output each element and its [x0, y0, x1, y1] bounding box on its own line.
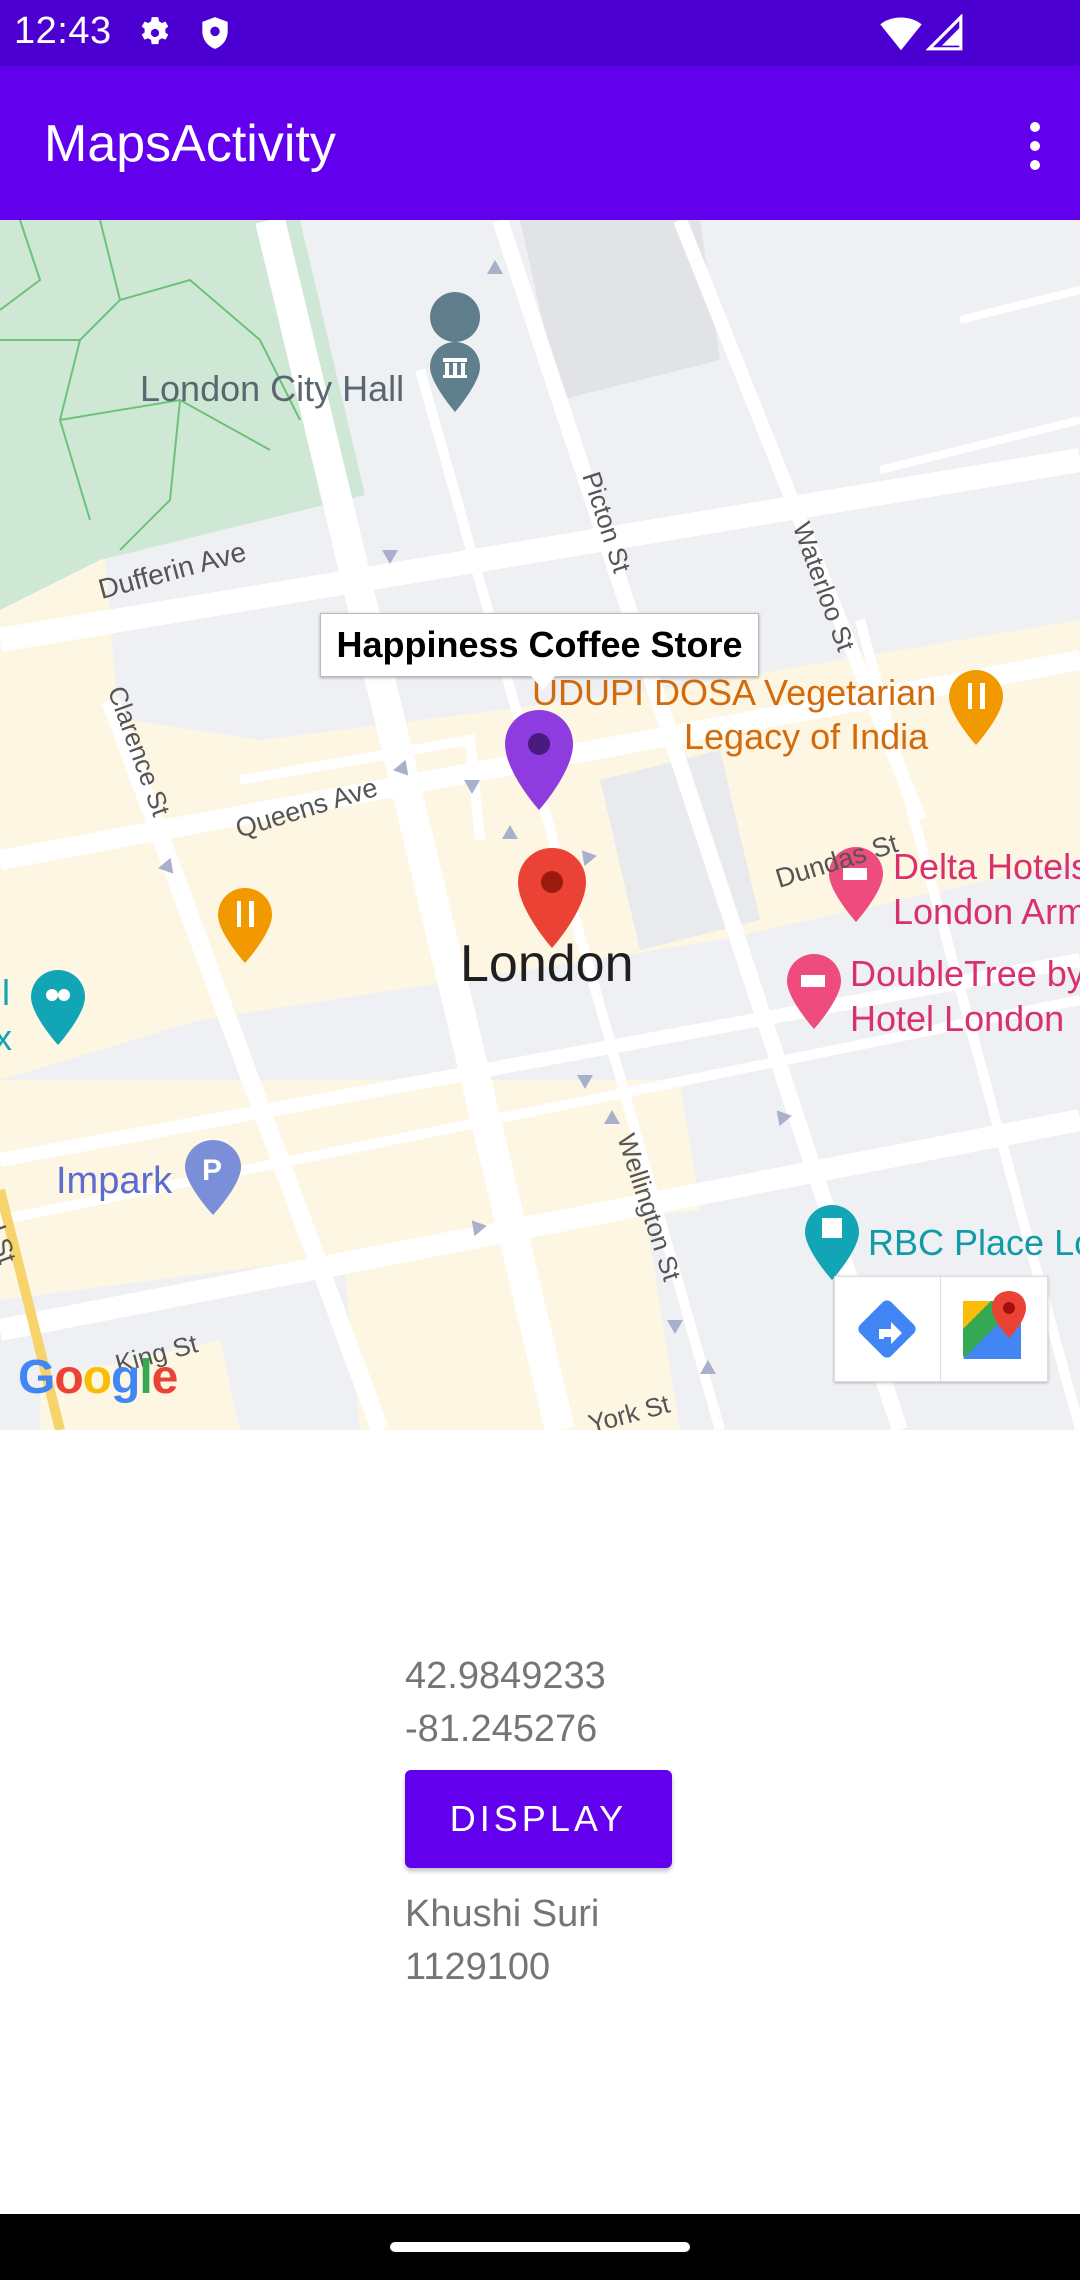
latitude-text: 42.9849233 [405, 1655, 606, 1697]
place-label: UDUPI DOSA Vegetarian [532, 672, 937, 713]
status-time: 12:43 [14, 10, 112, 52]
longitude-text: -81.245276 [405, 1708, 598, 1750]
place-label: ll [0, 972, 10, 1013]
status-bar: 12:43 [0, 0, 1080, 66]
place-label: Legacy of India [684, 716, 929, 757]
wifi-icon [880, 14, 922, 57]
display-button[interactable]: DISPLAY [405, 1770, 672, 1868]
city-label: London [460, 935, 634, 993]
student-name: Khushi Suri [405, 1893, 600, 1935]
place-label: DoubleTree by [850, 953, 1080, 994]
map-toolbar [834, 1276, 1048, 1382]
shield-icon [196, 14, 234, 57]
more-vert-icon[interactable] [1004, 106, 1064, 186]
place-label: RBC Place Lo [868, 1222, 1080, 1263]
directions-icon[interactable] [835, 1277, 941, 1381]
city-hall-pin-icon [430, 292, 481, 412]
place-label: Delta Hotels [893, 846, 1080, 887]
home-gesture-handle[interactable] [390, 2242, 690, 2252]
place-label: Impark [56, 1160, 173, 1202]
place-label: London City Hall [140, 368, 405, 409]
map-view[interactable]: P London City Hall Dufferin Ave Picton S… [0, 220, 1080, 1430]
settings-icon [136, 14, 174, 57]
place-label: x [0, 1017, 12, 1058]
google-logo: Google [18, 1351, 178, 1404]
google-maps-icon[interactable] [941, 1277, 1046, 1381]
place-label: Hotel London [850, 998, 1065, 1039]
info-window[interactable]: Happiness Coffee Store [320, 613, 759, 690]
app-bar: MapsActivity [0, 66, 1080, 220]
place-label: London Arm [893, 891, 1080, 932]
svg-text:P: P [202, 1154, 222, 1187]
app-title: MapsActivity [44, 115, 336, 173]
student-id: 1129100 [405, 1946, 551, 1988]
signal-icon [925, 13, 964, 57]
